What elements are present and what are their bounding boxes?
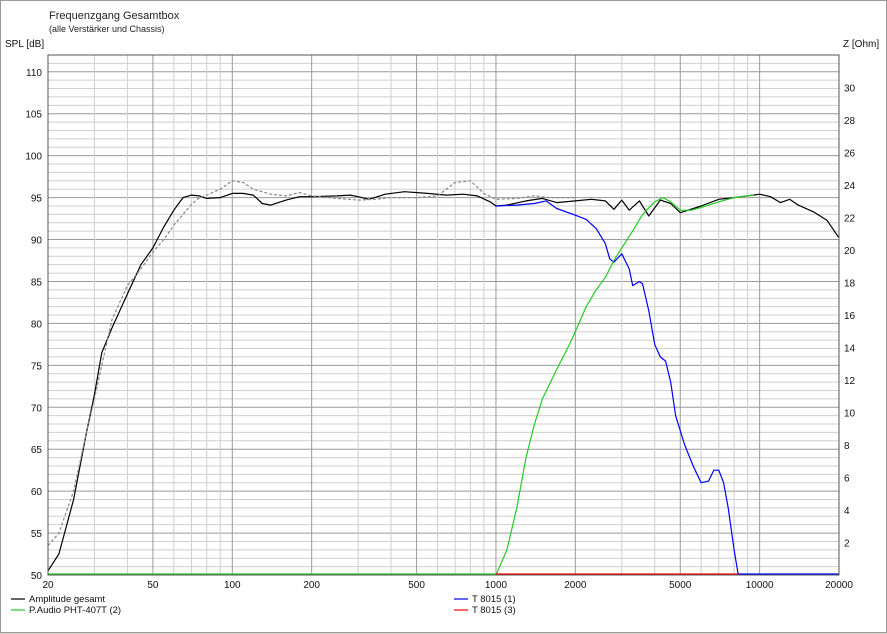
y-tick-label: 95 bbox=[31, 194, 43, 205]
y2-tick-label: 6 bbox=[844, 474, 850, 485]
y2-tick-label: 10 bbox=[844, 409, 856, 420]
y2-tick-label: 22 bbox=[844, 214, 856, 225]
y2-axis-label: Z [Ohm] bbox=[843, 39, 879, 50]
x-tick-label: 2000 bbox=[564, 580, 587, 591]
x-tick-label: 20 bbox=[42, 580, 54, 591]
y2-tick-label: 8 bbox=[844, 441, 850, 452]
y2-tick-label: 28 bbox=[844, 116, 856, 127]
y2-tick-label: 4 bbox=[844, 506, 850, 517]
legend-label: T 8015 (3) bbox=[472, 605, 516, 616]
frequency-response-chart: Frequenzgang Gesamtbox (alle Verstärker … bbox=[5, 10, 879, 616]
y-tick-label: 60 bbox=[31, 487, 43, 498]
legend-label: Amplitude gesamt bbox=[29, 594, 105, 605]
y-tick-label: 100 bbox=[25, 152, 42, 163]
y-tick-label: 110 bbox=[26, 68, 42, 79]
legend-label: T 8015 (1) bbox=[472, 594, 516, 605]
x-tick-label: 20000 bbox=[825, 580, 853, 591]
chart-window: Frequenzgang Gesamtbox (alle Verstärker … bbox=[0, 0, 887, 633]
series-line-2 bbox=[495, 200, 739, 576]
legend: Amplitude gesamtP.Audio PHT-407T (2) T 80… bbox=[11, 594, 516, 616]
y-tick-label: 65 bbox=[31, 445, 43, 456]
legend-label: P.Audio PHT-407T (2) bbox=[29, 605, 121, 616]
x-tick-label: 200 bbox=[303, 580, 320, 591]
y-tick-label: 80 bbox=[31, 319, 43, 330]
y2-tick-label: 26 bbox=[844, 149, 856, 160]
y2-tick-label: 2 bbox=[844, 539, 850, 550]
chart-title: Frequenzgang Gesamtbox bbox=[49, 10, 180, 22]
chart-subtitle: (alle Verstärker und Chassis) bbox=[49, 24, 165, 34]
series-line-0 bbox=[47, 191, 840, 572]
x-tick-label: 500 bbox=[408, 580, 425, 591]
y2-tick-label: 20 bbox=[844, 246, 856, 257]
x-tick-label: 100 bbox=[224, 580, 241, 591]
x-tick-label: 5000 bbox=[669, 580, 692, 591]
y2-tick-label: 18 bbox=[844, 279, 856, 290]
y-tick-label: 55 bbox=[31, 529, 43, 540]
y-tick-label: 70 bbox=[31, 403, 43, 414]
x-tick-label: 50 bbox=[147, 580, 159, 591]
x-tick-label: 1000 bbox=[485, 580, 508, 591]
y-tick-label: 85 bbox=[31, 277, 43, 288]
y-tick-label: 75 bbox=[31, 361, 43, 372]
y2-tick-label: 12 bbox=[844, 376, 856, 387]
y-axis-label: SPL [dB] bbox=[5, 39, 44, 50]
x-tick-label: 10000 bbox=[746, 580, 774, 591]
plot-grid bbox=[47, 54, 840, 576]
y2-tick-label: 14 bbox=[844, 344, 856, 355]
y-tick-label: 50 bbox=[31, 571, 43, 582]
y2-tick-label: 30 bbox=[844, 84, 856, 95]
y2-tick-label: 24 bbox=[844, 181, 856, 192]
y-tick-label: 90 bbox=[31, 236, 43, 247]
series-line-3 bbox=[495, 194, 754, 576]
y-tick-label: 105 bbox=[25, 110, 42, 121]
y2-tick-label: 16 bbox=[844, 311, 856, 322]
